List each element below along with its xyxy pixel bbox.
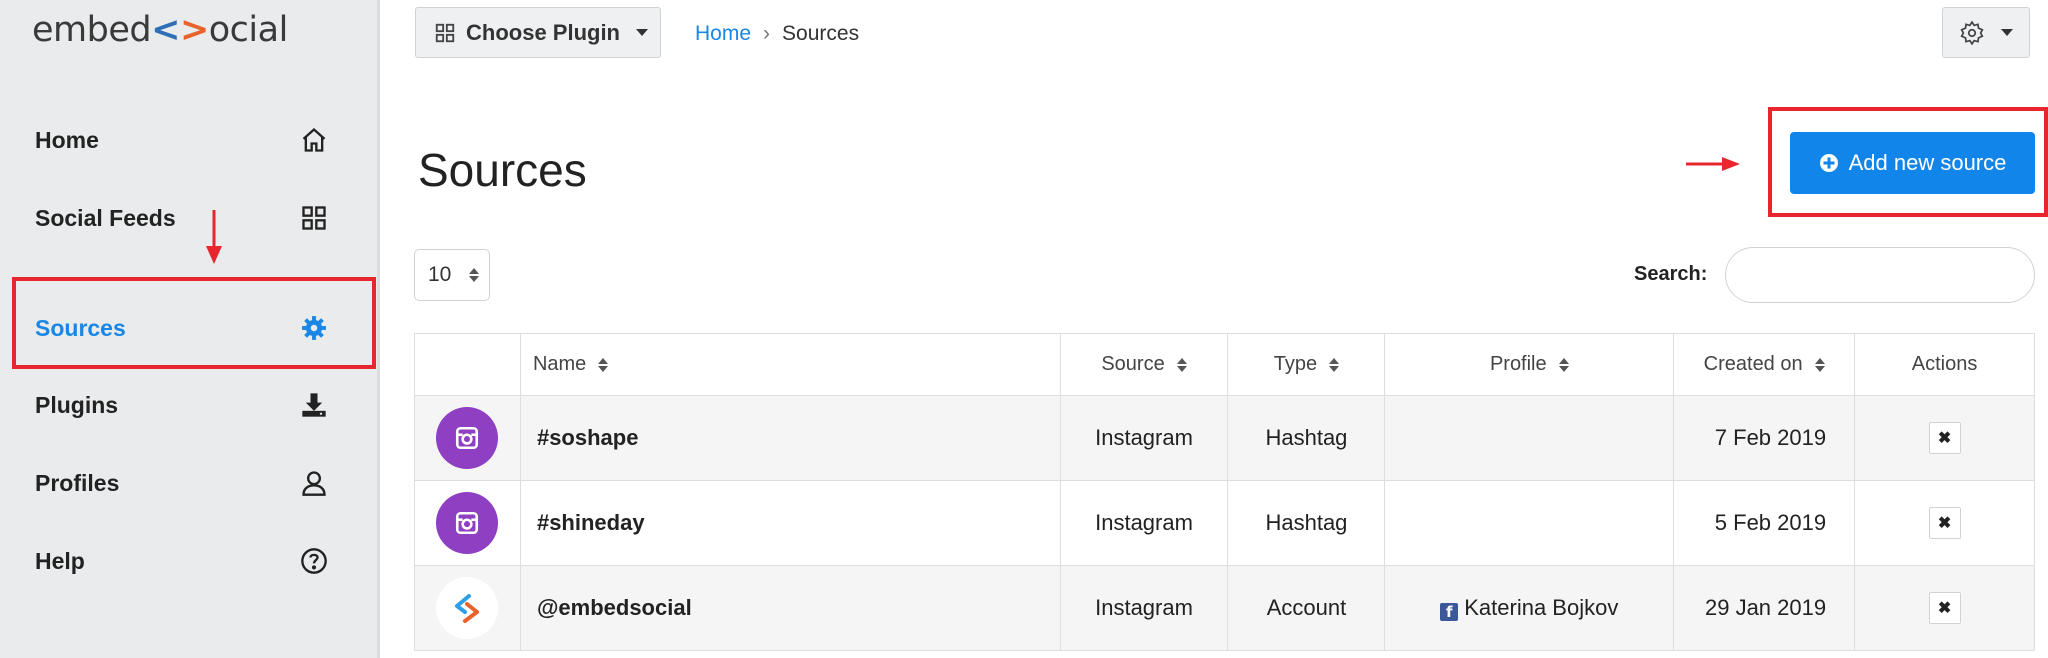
plus-circle-icon (1819, 154, 1838, 172)
source-created-on: 29 Jan 2019 (1673, 565, 1856, 651)
breadcrumb-current: Sources (782, 22, 860, 45)
source-network: Instagram (1059, 565, 1229, 651)
sidebar-item-home[interactable]: Home (0, 110, 380, 170)
right-arrow-icon (1686, 157, 1740, 171)
delete-button[interactable]: ✖ (1928, 422, 1961, 454)
instagram-icon (436, 492, 499, 554)
sidebar-item-help[interactable]: Help (0, 531, 380, 591)
breadcrumb-separator: › (763, 22, 771, 45)
source-name[interactable]: #soshape (519, 395, 1061, 481)
table-row[interactable]: #soshape Instagram Hashtag 7 Feb 2019 ✖ (414, 395, 2035, 481)
column-header-actions: Actions (1854, 333, 2035, 396)
source-created-on: 7 Feb 2019 (1673, 395, 1856, 481)
choose-plugin-button[interactable]: Choose Plugin (415, 7, 661, 58)
sidebar-item-plugins[interactable]: Plugins (0, 375, 380, 435)
home-icon (298, 124, 330, 156)
sort-icon (1176, 357, 1187, 372)
add-new-source-label: Add new source (1848, 150, 2007, 175)
download-icon (298, 389, 330, 421)
chevron-down-icon (636, 29, 648, 36)
source-profile: f Katerina Bojkov (1384, 565, 1675, 651)
source-type: Account (1227, 565, 1386, 651)
column-header-profile[interactable]: Profile (1384, 333, 1675, 396)
sidebar-item-label: Plugins (35, 391, 119, 418)
facebook-icon: f (1440, 603, 1459, 621)
select-arrows-icon (469, 268, 479, 282)
sidebar-item-label: Help (35, 547, 85, 574)
sidebar-item-label: Social Feeds (35, 204, 176, 231)
settings-button[interactable] (1942, 7, 2030, 58)
source-name[interactable]: #shineday (519, 480, 1061, 566)
logo[interactable]: embed<>ocial (32, 10, 288, 50)
breadcrumb-home-link[interactable]: Home (695, 22, 751, 46)
source-created-on: 5 Feb 2019 (1673, 480, 1856, 566)
source-type: Hashtag (1227, 480, 1386, 566)
delete-button[interactable]: ✖ (1928, 592, 1961, 624)
table-row[interactable]: @embedsocial Instagram Account f Katerina… (414, 565, 2035, 651)
sort-icon (598, 357, 609, 372)
table-header-row: Name Source Type Profile Created on Acti… (414, 333, 2035, 396)
column-header-created-on[interactable]: Created on (1673, 333, 1856, 396)
table-row[interactable]: #shineday Instagram Hashtag 5 Feb 2019 ✖ (414, 480, 2035, 566)
column-header-type[interactable]: Type (1227, 333, 1386, 396)
embedsocial-icon (436, 577, 499, 639)
search-label: Search: (1634, 263, 1708, 285)
breadcrumb: Home › Sources (695, 22, 859, 46)
column-header-name[interactable]: Name (519, 333, 1061, 396)
column-header-source[interactable]: Source (1059, 333, 1229, 396)
sidebar-item-label: Profiles (35, 469, 120, 496)
user-icon (298, 467, 330, 499)
delete-button[interactable]: ✖ (1928, 507, 1961, 539)
sort-icon (1329, 357, 1340, 372)
source-network: Instagram (1059, 480, 1229, 566)
source-profile (1384, 395, 1675, 481)
search-input[interactable] (1725, 247, 2035, 303)
help-icon (298, 545, 330, 577)
page-title: Sources (418, 144, 587, 196)
source-network: Instagram (1059, 395, 1229, 481)
instagram-icon (436, 407, 499, 469)
sort-icon (1558, 357, 1569, 372)
add-new-source-button[interactable]: Add new source (1790, 132, 2035, 194)
sort-icon (1814, 357, 1825, 372)
page-length-select[interactable]: 10 (414, 249, 490, 301)
down-arrow-icon (206, 210, 222, 264)
app: embed<>ocial Home Social Feeds Sources P… (0, 0, 2048, 658)
choose-plugin-label: Choose Plugin (466, 19, 620, 45)
sources-table: Name Source Type Profile Created on Acti… (414, 333, 2035, 651)
sidebar-item-label: Home (35, 126, 99, 153)
chevron-down-icon (2001, 29, 2013, 36)
sources-highlight-box (12, 277, 376, 369)
page-length-value: 10 (428, 263, 452, 286)
source-profile (1384, 480, 1675, 566)
sidebar-item-social-feeds[interactable]: Social Feeds (0, 188, 380, 248)
source-name[interactable]: @embedsocial (519, 565, 1061, 651)
source-type: Hashtag (1227, 395, 1386, 481)
grid-icon (435, 23, 455, 42)
avatar-column-header (414, 333, 521, 396)
grid-icon (298, 202, 330, 234)
gear-icon (1960, 20, 1984, 45)
sidebar-item-profiles[interactable]: Profiles (0, 453, 380, 513)
